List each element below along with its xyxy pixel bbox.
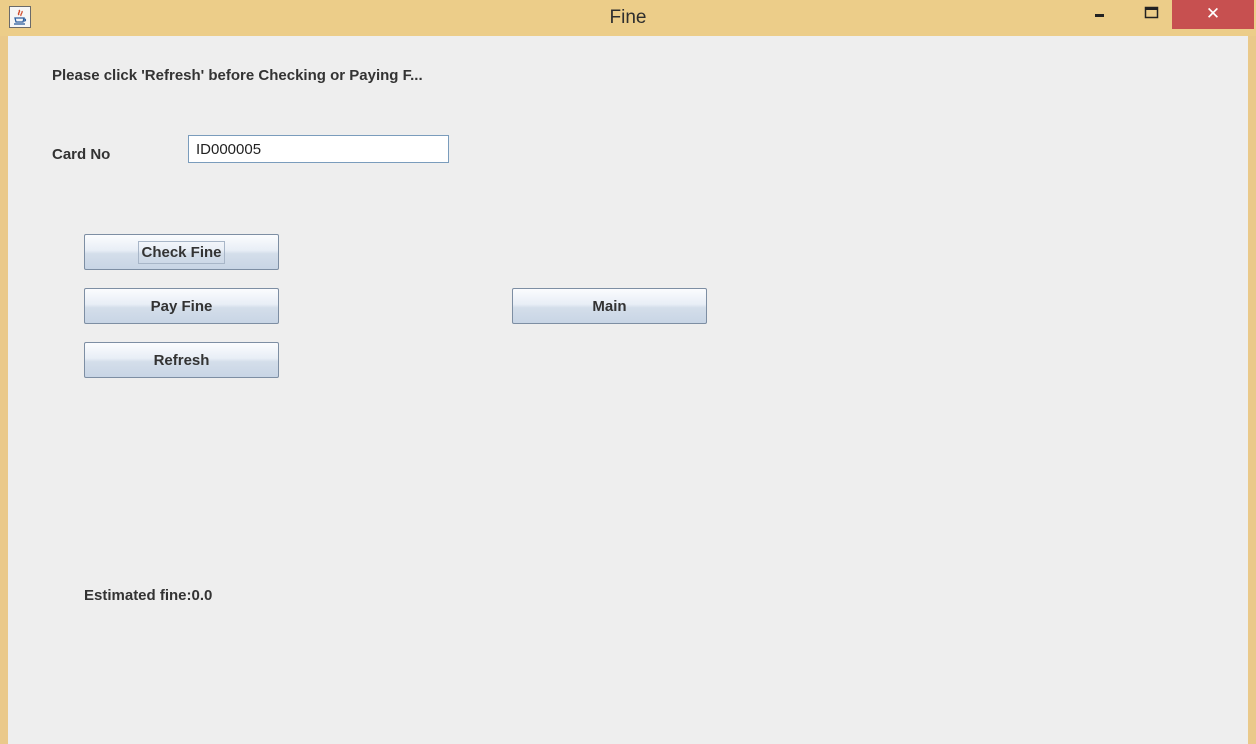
- check-fine-label: Check Fine: [138, 240, 225, 264]
- maximize-button[interactable]: [1133, 0, 1169, 30]
- refresh-button[interactable]: Refresh: [84, 342, 279, 378]
- window-title: Fine: [609, 7, 647, 28]
- minimize-icon: [1095, 14, 1104, 17]
- refresh-notice: Please click 'Refresh' before Checking o…: [52, 67, 423, 84]
- close-button[interactable]: ✕: [1172, 0, 1254, 29]
- estimated-fine-label: Estimated fine:0.0: [84, 587, 213, 604]
- minimize-button[interactable]: [1084, 0, 1120, 30]
- card-no-input[interactable]: [188, 135, 449, 163]
- maximize-icon: [1144, 6, 1159, 19]
- title-bar[interactable]: Fine ✕: [0, 0, 1256, 36]
- pay-fine-button[interactable]: Pay Fine: [84, 288, 279, 324]
- close-icon: ✕: [1205, 4, 1221, 23]
- fine-window: Fine ✕ Please click 'Refresh' before Che…: [0, 0, 1256, 744]
- main-button[interactable]: Main: [512, 288, 707, 324]
- check-fine-button[interactable]: Check Fine: [84, 234, 279, 270]
- card-no-label: Card No: [52, 146, 111, 163]
- content-panel: Please click 'Refresh' before Checking o…: [8, 36, 1248, 744]
